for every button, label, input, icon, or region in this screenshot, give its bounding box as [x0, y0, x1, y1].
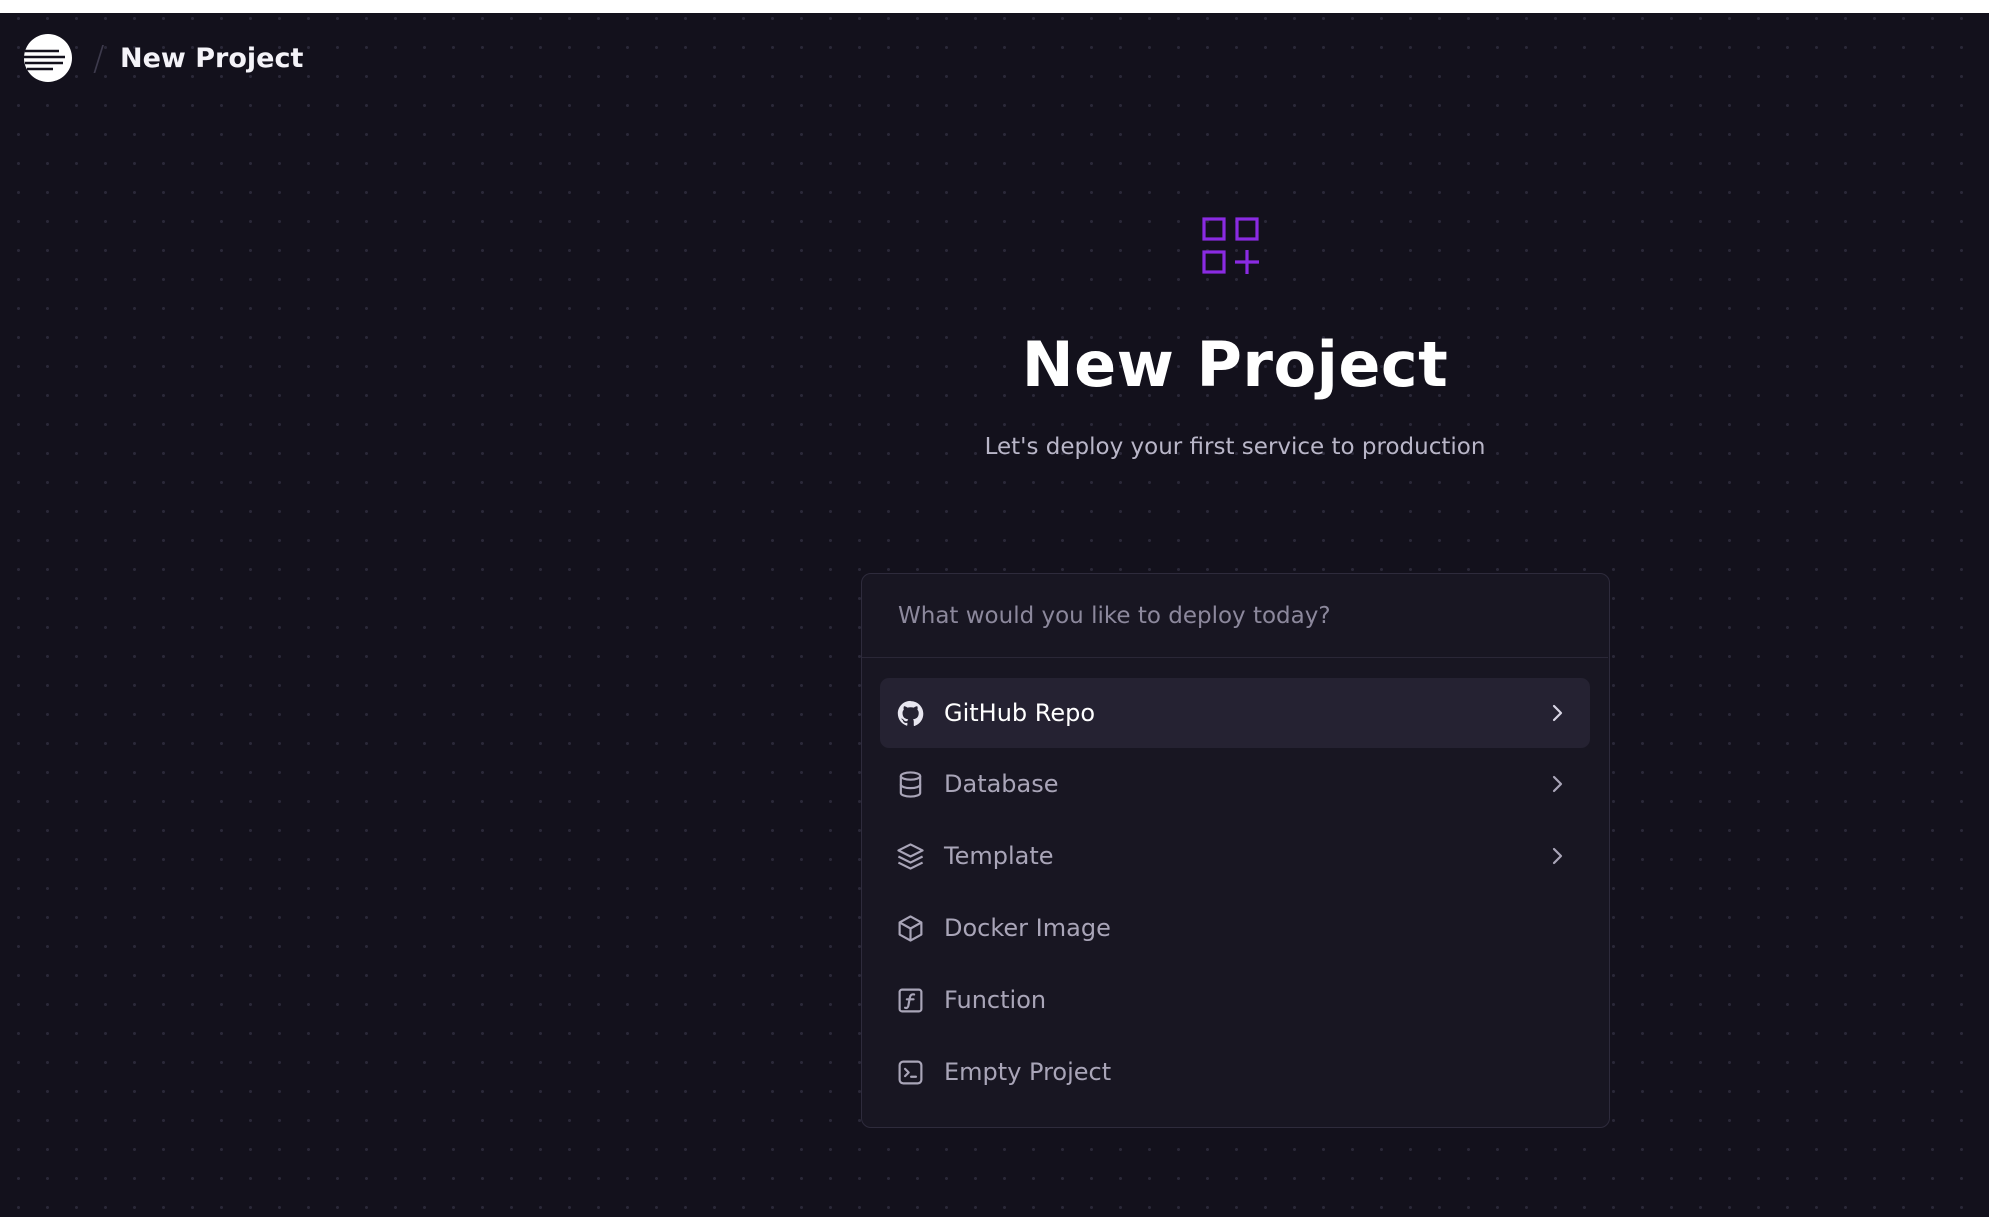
railway-logo-icon[interactable] [23, 33, 73, 83]
function-icon [898, 988, 923, 1013]
deploy-options-panel: GitHub Repo Database Template [861, 573, 1610, 1128]
option-empty-project[interactable]: Empty Project [880, 1037, 1590, 1107]
layers-icon [897, 843, 924, 870]
option-label: Function [944, 986, 1047, 1014]
page-subtitle: Let's deploy your first service to produ… [984, 434, 1486, 460]
top-navigation-bar: / New Project [0, 13, 1989, 101]
database-icon [899, 771, 922, 798]
box-icon [898, 915, 923, 942]
chevron-right-icon [1552, 704, 1563, 722]
option-template[interactable]: Template [880, 821, 1590, 891]
browser-top-strip [0, 0, 1989, 13]
option-function[interactable]: Function [880, 965, 1590, 1035]
github-icon [897, 700, 924, 726]
page-title: New Project [1021, 328, 1449, 401]
option-github-repo[interactable]: GitHub Repo [880, 678, 1590, 748]
chevron-right-icon [1552, 847, 1563, 865]
breadcrumb-separator: / [93, 39, 105, 79]
deploy-search-input[interactable] [862, 574, 1608, 658]
option-label: Docker Image [944, 914, 1111, 942]
option-label: GitHub Repo [944, 699, 1096, 727]
option-label: Database [944, 770, 1059, 798]
breadcrumb-title: New Project [120, 43, 304, 74]
option-database[interactable]: Database [880, 749, 1590, 819]
option-label: Empty Project [944, 1058, 1112, 1086]
option-docker-image[interactable]: Docker Image [880, 893, 1590, 963]
terminal-icon [898, 1060, 923, 1085]
new-project-grid-plus-icon [1202, 217, 1259, 274]
chevron-right-icon [1552, 775, 1563, 793]
option-label: Template [944, 842, 1054, 870]
